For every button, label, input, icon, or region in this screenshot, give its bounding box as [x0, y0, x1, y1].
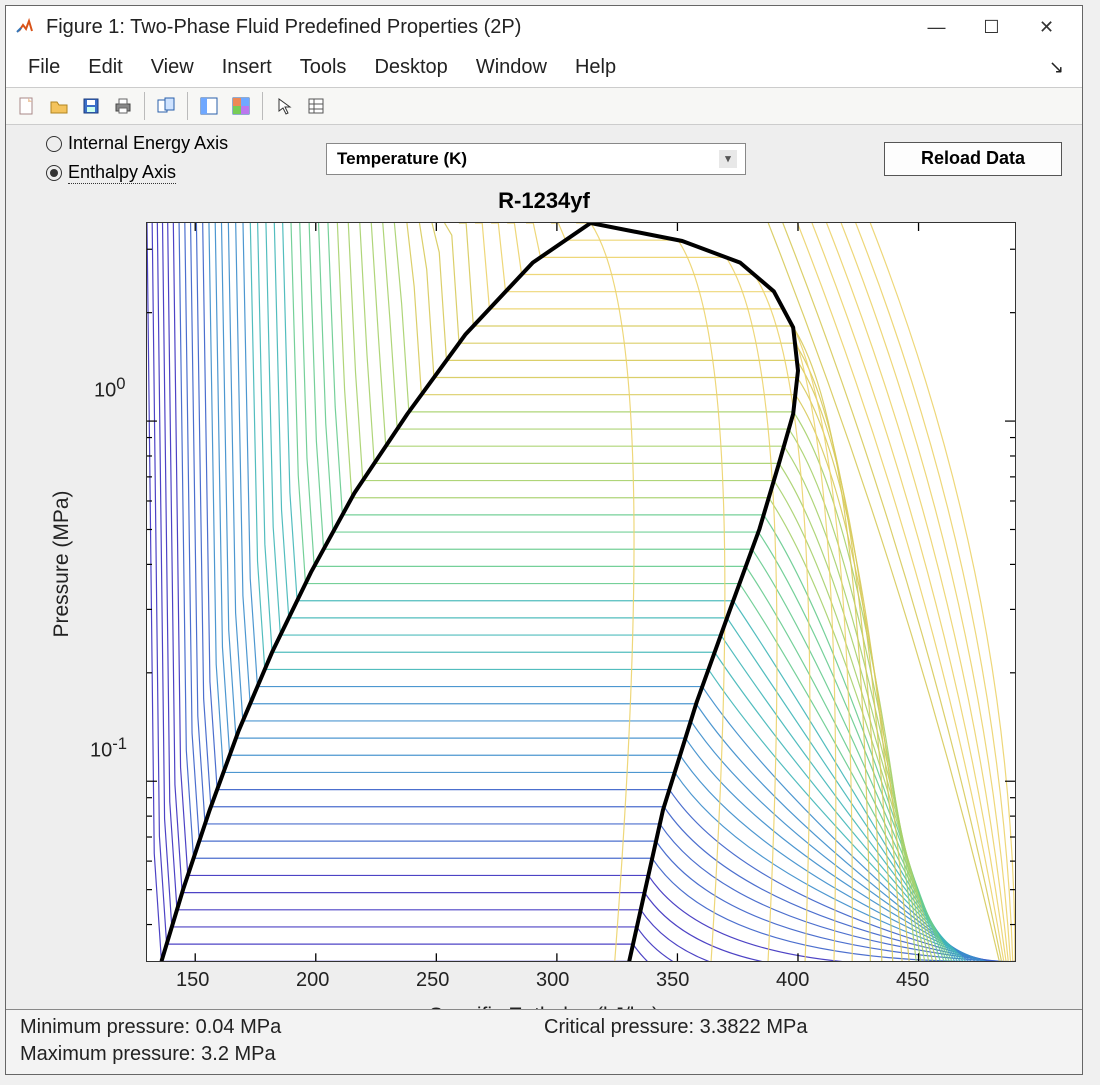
menu-desktop[interactable]: Desktop	[362, 54, 459, 81]
radio-icon	[46, 136, 62, 152]
x-tick: 150	[176, 969, 209, 992]
matlab-icon	[14, 16, 36, 38]
menu-insert[interactable]: Insert	[210, 54, 284, 81]
tile-left-icon[interactable]	[194, 91, 224, 121]
toolbar	[6, 87, 1082, 125]
open-icon[interactable]	[44, 91, 74, 121]
radio-enthalpy[interactable]: Enthalpy Axis	[46, 162, 306, 184]
critical-pressure-label: Critical pressure: 3.3822 MPa	[544, 1016, 1068, 1039]
save-icon[interactable]	[76, 91, 106, 121]
max-pressure-label: Maximum pressure: 3.2 MPa	[20, 1043, 544, 1066]
chevron-down-icon: ▾	[719, 150, 737, 168]
axes[interactable]	[146, 222, 1016, 962]
controls-row: Internal Energy Axis Enthalpy Axis Tempe…	[6, 125, 1082, 184]
radio-icon	[46, 165, 62, 181]
x-tick: 250	[416, 969, 449, 992]
menubar: File Edit View Insert Tools Desktop Wind…	[6, 48, 1082, 87]
x-tick: 350	[656, 969, 689, 992]
x-tick: 300	[536, 969, 569, 992]
menu-file[interactable]: File	[16, 54, 72, 81]
radio-internal-energy[interactable]: Internal Energy Axis	[46, 133, 306, 154]
new-icon[interactable]	[12, 91, 42, 121]
quadrants-icon[interactable]	[226, 91, 256, 121]
contour-variable-select[interactable]: Temperature (K) ▾	[326, 143, 746, 175]
statusbar: Minimum pressure: 0.04 MPa Critical pres…	[6, 1009, 1082, 1074]
menu-tools[interactable]: Tools	[288, 54, 359, 81]
x-axis-label: Specific Enthalpy (kJ/kg)	[6, 1004, 1082, 1009]
x-tick: 400	[776, 969, 809, 992]
axis-radio-group: Internal Energy Axis Enthalpy Axis	[46, 133, 306, 184]
undock-icon[interactable]: ↘	[1049, 57, 1072, 78]
radio-label: Enthalpy Axis	[68, 162, 176, 184]
figure-window: Figure 1: Two-Phase Fluid Predefined Pro…	[5, 5, 1083, 1075]
x-tick: 450	[896, 969, 929, 992]
y-tick: 100	[94, 374, 126, 403]
y-axis-label: Pressure (MPa)	[50, 490, 74, 637]
print-icon[interactable]	[108, 91, 138, 121]
maximize-button[interactable]: ☐	[964, 6, 1019, 48]
chart-title: R-1234yf	[6, 188, 1082, 214]
menu-help[interactable]: Help	[563, 54, 628, 81]
cursor-icon[interactable]	[269, 91, 299, 121]
dropdown-value: Temperature (K)	[337, 149, 467, 169]
menu-view[interactable]: View	[139, 54, 206, 81]
insert-table-icon[interactable]	[301, 91, 331, 121]
dock-icon[interactable]	[151, 91, 181, 121]
reload-data-button[interactable]: Reload Data	[884, 142, 1062, 176]
min-pressure-label: Minimum pressure: 0.04 MPa	[20, 1016, 544, 1039]
menu-edit[interactable]: Edit	[76, 54, 134, 81]
minimize-button[interactable]: —	[909, 6, 964, 48]
close-button[interactable]: ✕	[1019, 6, 1074, 48]
window-title: Figure 1: Two-Phase Fluid Predefined Pro…	[46, 16, 909, 39]
titlebar: Figure 1: Two-Phase Fluid Predefined Pro…	[6, 6, 1082, 48]
menu-window[interactable]: Window	[464, 54, 559, 81]
x-tick: 200	[296, 969, 329, 992]
radio-label: Internal Energy Axis	[68, 133, 228, 154]
y-tick: 10-1	[90, 734, 127, 763]
figure-area: R-1234yf Pressure (MPa) Specific Enthalp…	[6, 184, 1082, 1009]
plot-svg	[147, 223, 1015, 961]
